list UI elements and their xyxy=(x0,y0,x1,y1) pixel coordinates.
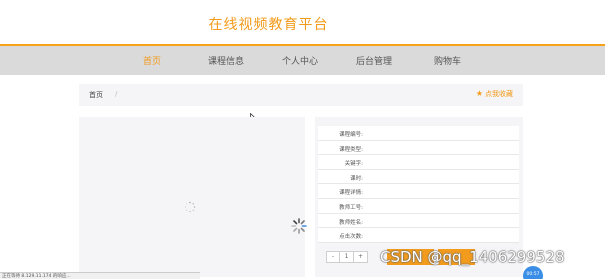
loading-spinner-icon xyxy=(291,218,307,234)
favorite-button[interactable]: ★ 点我收藏 xyxy=(476,89,513,99)
info-row-course-type: 课程类型: xyxy=(318,141,519,156)
nav-item-admin[interactable]: 后台管理 xyxy=(356,54,392,67)
info-row-course-id: 课程编号: xyxy=(318,126,519,141)
loading-spinner-icon xyxy=(185,201,196,212)
nav-item-profile[interactable]: 个人中心 xyxy=(282,54,318,67)
quantity-minus-button[interactable]: - xyxy=(327,252,340,262)
favorite-label: 点我收藏 xyxy=(485,90,513,98)
main-nav: 首页 课程信息 个人中心 后台管理 购物车 xyxy=(0,44,605,75)
watermark-text: CSDN @qq_1406299528 xyxy=(380,248,565,266)
nav-item-home[interactable]: 首页 xyxy=(143,54,161,67)
status-text: 正在等待 8.129.11.174 的响应... xyxy=(2,274,71,279)
video-player[interactable] xyxy=(79,117,307,277)
breadcrumb-separator: / xyxy=(115,90,118,98)
browser-status-bar: 正在等待 8.129.11.174 的响应... xyxy=(0,272,200,279)
site-title: 在线视频教育平台 xyxy=(208,17,329,33)
quantity-plus-button[interactable]: + xyxy=(354,252,367,262)
quantity-value[interactable]: 1 xyxy=(340,252,354,262)
info-row-teacher-id: 教师工号: xyxy=(318,199,519,214)
info-row-teacher-name: 教师姓名: xyxy=(318,214,519,229)
quantity-stepper[interactable]: - 1 + xyxy=(326,251,368,263)
course-info-table: 课程编号: 课程类型: 关键字: 课时: 课程详情: 教师工号: 教师姓名: 点… xyxy=(318,126,519,243)
nav-item-courses[interactable]: 课程信息 xyxy=(208,54,244,67)
badge-text: 00:57 xyxy=(526,272,540,277)
info-row-details: 课程详情: xyxy=(318,184,519,199)
info-row-keywords: 关键字: xyxy=(318,155,519,170)
info-row-click-count: 点击次数: xyxy=(318,228,519,243)
breadcrumb-home[interactable]: 首页 xyxy=(89,90,103,100)
floating-timer-badge[interactable]: 00:57 xyxy=(523,266,543,279)
nav-item-cart[interactable]: 购物车 xyxy=(434,54,461,67)
star-icon: ★ xyxy=(475,89,483,98)
info-row-hours: 课时: xyxy=(318,170,519,185)
breadcrumb: 首页 / ★ 点我收藏 xyxy=(79,84,523,106)
